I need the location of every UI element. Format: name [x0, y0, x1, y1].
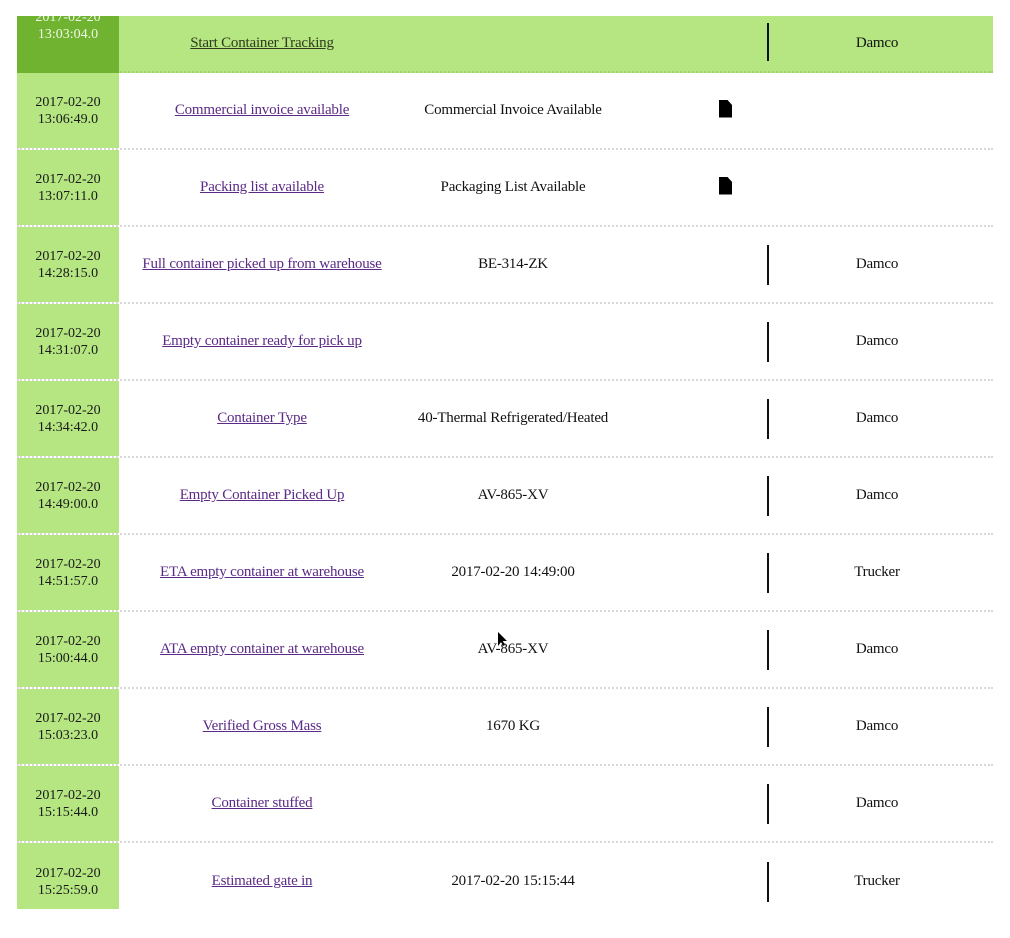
event-row: 2017-02-20 13:06:49.0 Commercial invoice …	[17, 73, 993, 150]
attachment-cell	[621, 381, 767, 456]
attachment-cell	[621, 458, 767, 533]
event-timestamp: 2017-02-20 14:28:15.0	[17, 227, 119, 302]
event-value: Packaging List Available	[440, 179, 586, 195]
event-name-cell: Commercial invoice available	[119, 73, 405, 148]
event-row: 2017-02-20 14:34:42.0 Container Type 40-Th…	[17, 381, 993, 458]
event-link[interactable]: Verified Gross Mass	[203, 718, 322, 735]
event-name-cell: Empty container ready for pick up	[119, 304, 405, 379]
event-link[interactable]: Full container picked up from warehouse	[142, 256, 381, 273]
document-icon[interactable]	[719, 176, 732, 195]
attachment-cell	[621, 227, 767, 302]
event-name-cell: Container stuffed	[119, 766, 405, 841]
event-name-cell: Verified Gross Mass	[119, 689, 405, 764]
event-link[interactable]: Estimated gate in	[212, 873, 313, 890]
event-link[interactable]: Empty container ready for pick up	[162, 333, 362, 350]
event-row: 2017-02-20 15:00:44.0 ATA empty container…	[17, 612, 993, 689]
event-timestamp: 2017-02-20 14:34:42.0	[17, 381, 119, 456]
event-timestamp: 2017-02-20 14:49:00.0	[17, 458, 119, 533]
event-link[interactable]: Empty Container Picked Up	[180, 487, 345, 504]
event-value	[405, 16, 621, 71]
event-name-cell: Container Type	[119, 381, 405, 456]
event-value: 1670 KG	[485, 718, 540, 734]
event-company: Damco	[855, 256, 899, 272]
event-value: AV-865-XV	[477, 641, 549, 657]
event-value	[405, 304, 621, 379]
attachment-cell	[621, 16, 767, 71]
event-company: Damco	[855, 487, 899, 503]
event-company	[769, 150, 993, 225]
event-company: Damco	[855, 795, 899, 811]
event-row: 2017-02-20 15:15:44.0 Container stuffed Da…	[17, 766, 993, 843]
event-row: 2017-02-20 14:49:00.0 Empty Container Pic…	[17, 458, 993, 535]
event-link[interactable]: Container Type	[217, 410, 307, 427]
event-timestamp: 2017-02-20 14:31:07.0	[17, 304, 119, 379]
attachment-cell	[621, 689, 767, 764]
event-timeline: 2017-02-20 13:03:04.0 Start Container Tra…	[17, 16, 993, 909]
event-value	[405, 766, 621, 841]
document-icon[interactable]	[719, 99, 732, 118]
event-link[interactable]: Commercial invoice available	[175, 102, 350, 119]
event-company: Damco	[855, 718, 899, 734]
attachment-cell	[621, 612, 767, 687]
event-value: Commercial Invoice Available	[424, 102, 602, 118]
event-name-cell: Full container picked up from warehouse	[119, 227, 405, 302]
event-row: 2017-02-20 15:03:23.0 Verified Gross Mass…	[17, 689, 993, 766]
event-company: Damco	[855, 333, 899, 349]
event-row: 2017-02-20 14:31:07.0 Empty container rea…	[17, 304, 993, 381]
event-company: Trucker	[854, 873, 900, 889]
event-name-cell: Start Container Tracking	[119, 16, 405, 71]
attachment-cell	[621, 304, 767, 379]
attachment-cell	[621, 843, 767, 909]
event-row: 2017-02-20 14:51:57.0 ETA empty container…	[17, 535, 993, 612]
event-value: 2017-02-20 15:15:44	[451, 873, 575, 889]
event-name-cell: ETA empty container at warehouse	[119, 535, 405, 610]
event-company: Trucker	[854, 564, 900, 580]
event-row: 2017-02-20 14:28:15.0 Full container pick…	[17, 227, 993, 304]
event-link[interactable]: Packing list available	[200, 179, 324, 196]
event-row: 2017-02-20 13:07:11.0 Packing list availa…	[17, 150, 993, 227]
event-value: AV-865-XV	[477, 487, 549, 503]
event-timestamp: 2017-02-20 15:00:44.0	[17, 612, 119, 687]
attachment-cell	[621, 73, 767, 148]
event-company	[769, 73, 993, 148]
event-row: 2017-02-20 13:03:04.0 Start Container Tra…	[17, 16, 993, 73]
event-value: 2017-02-20 14:49:00	[451, 564, 575, 580]
event-company: Damco	[855, 35, 899, 51]
event-company: Damco	[855, 410, 899, 426]
event-name-cell: Empty Container Picked Up	[119, 458, 405, 533]
event-timestamp: 2017-02-20 14:51:57.0	[17, 535, 119, 610]
event-timestamp: 2017-02-20 13:03:04.0	[17, 16, 119, 73]
event-name-cell: ATA empty container at warehouse	[119, 612, 405, 687]
event-name-cell: Estimated gate in	[119, 843, 405, 909]
event-timestamp: 2017-02-20 15:03:23.0	[17, 689, 119, 764]
event-timestamp: 2017-02-20 13:06:49.0	[17, 73, 119, 148]
event-company: Damco	[855, 641, 899, 657]
attachment-cell	[621, 766, 767, 841]
event-timestamp: 2017-02-20 15:25:59.0	[17, 843, 119, 909]
event-name-cell: Packing list available	[119, 150, 405, 225]
event-timestamp: 2017-02-20 15:15:44.0	[17, 766, 119, 841]
event-link[interactable]: ATA empty container at warehouse	[160, 641, 364, 658]
attachment-cell	[621, 535, 767, 610]
event-timestamp: 2017-02-20 13:07:11.0	[17, 150, 119, 225]
event-value: BE-314-ZK	[478, 256, 548, 272]
event-value: 40-Thermal Refrigerated/Heated	[417, 410, 609, 426]
event-link[interactable]: Container stuffed	[212, 795, 313, 812]
attachment-cell	[621, 150, 767, 225]
event-link[interactable]: ETA empty container at warehouse	[160, 564, 364, 581]
event-link[interactable]: Start Container Tracking	[190, 35, 334, 52]
event-row: 2017-02-20 15:25:59.0 Estimated gate in 20…	[17, 843, 993, 909]
